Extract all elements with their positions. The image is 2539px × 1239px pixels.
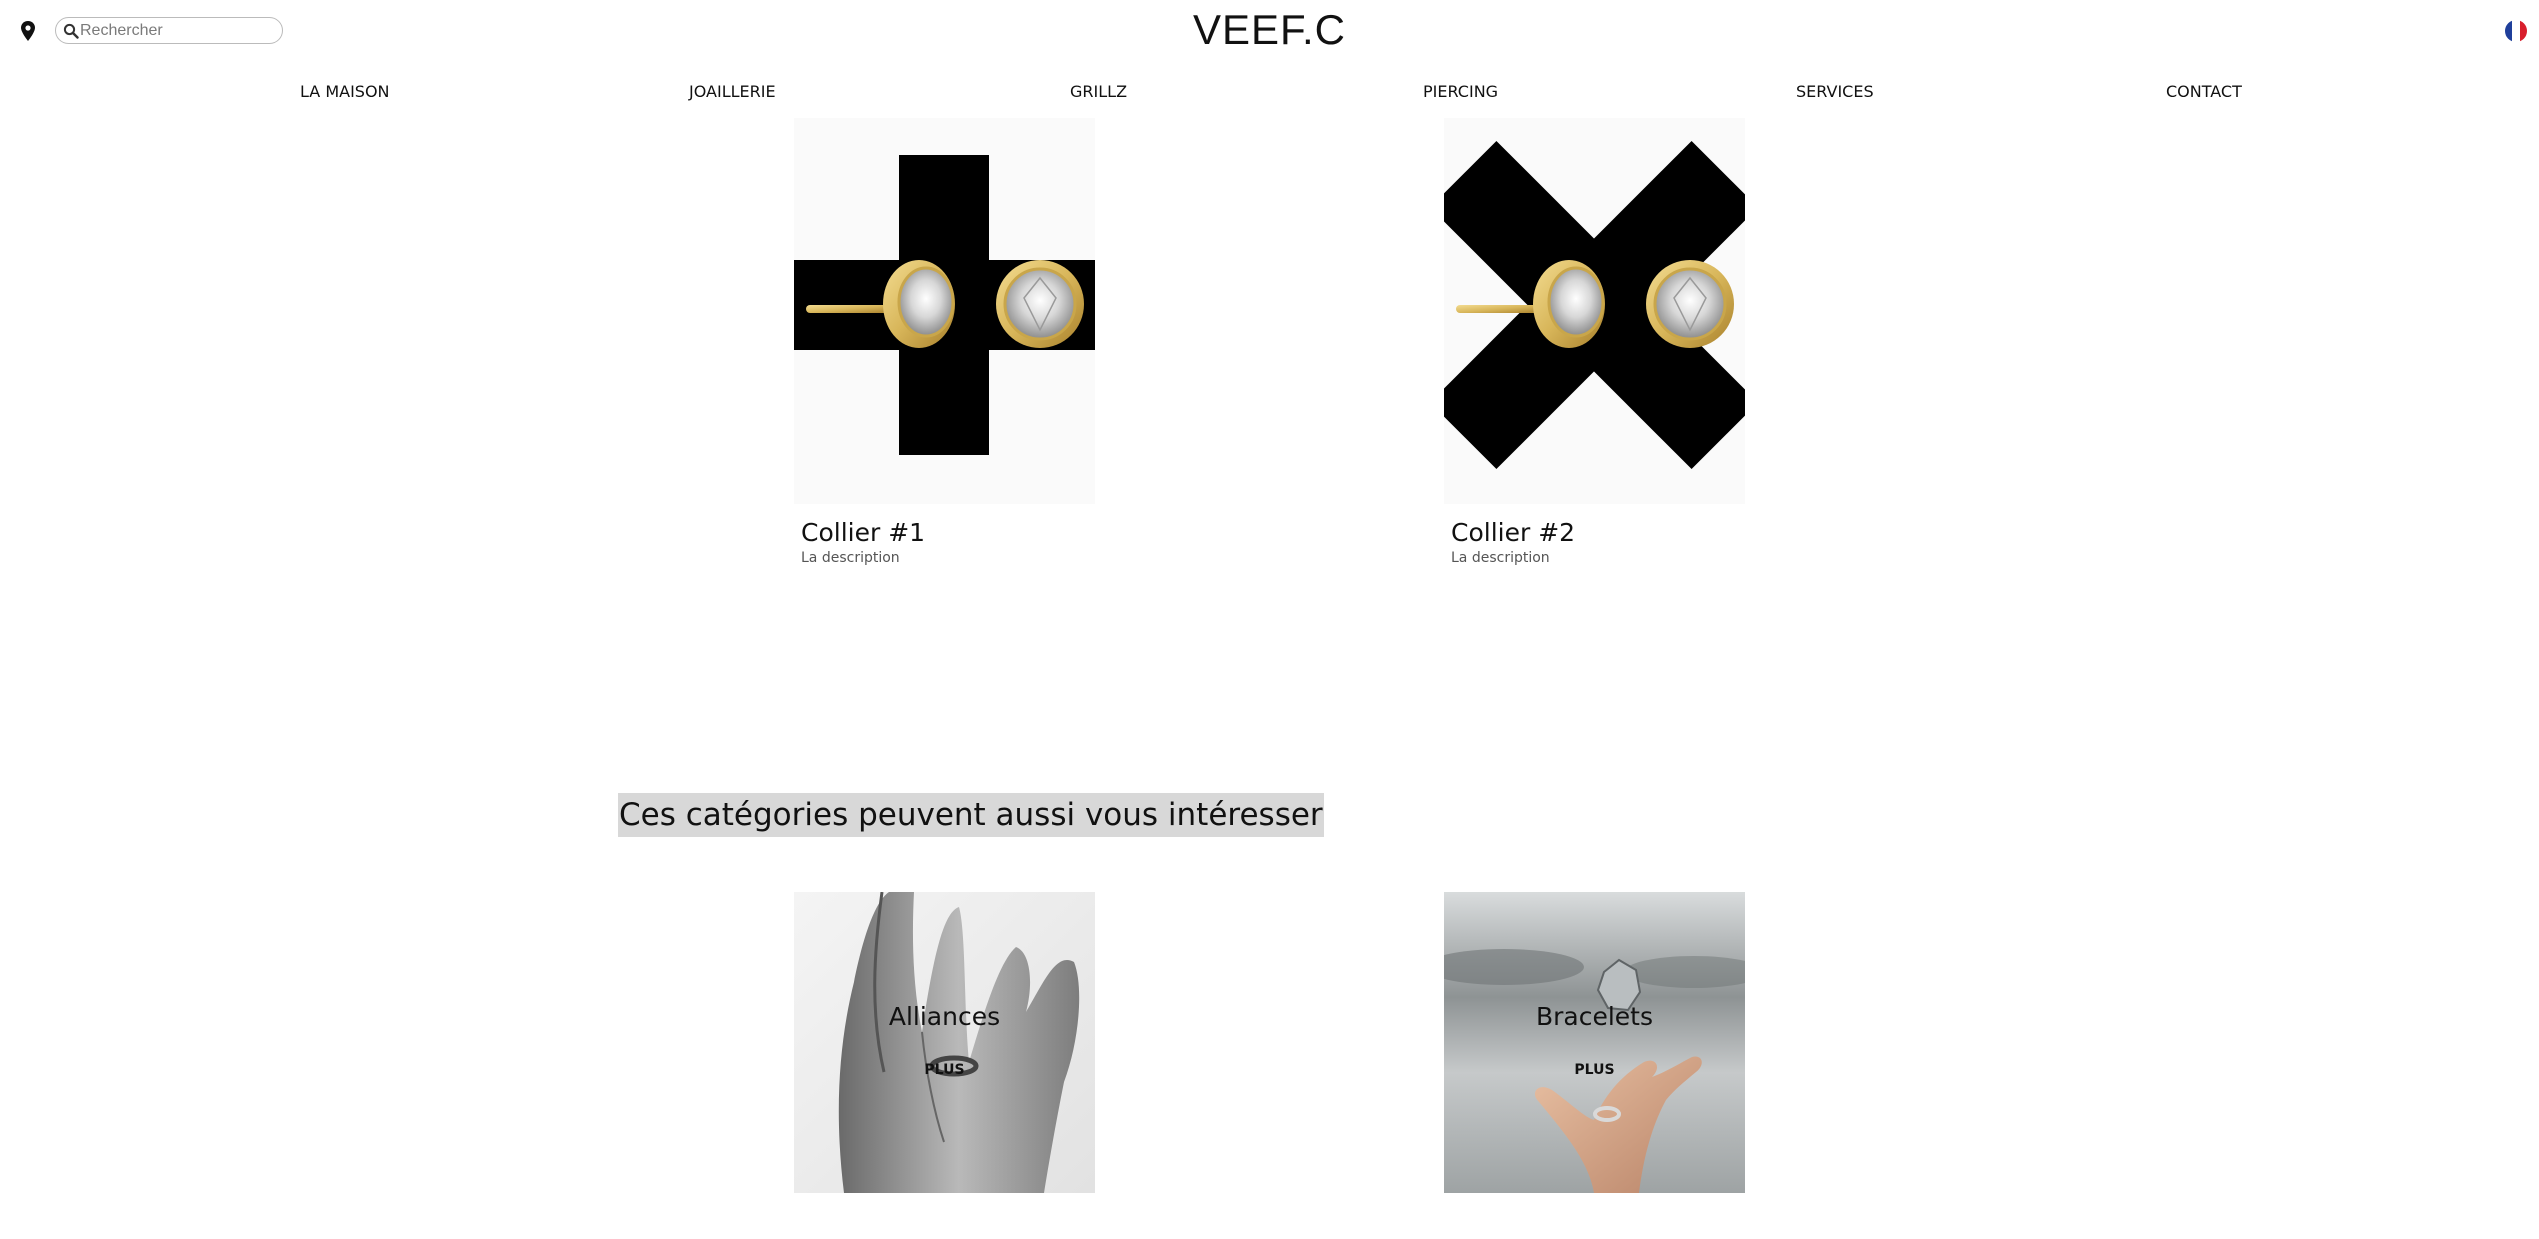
product-name[interactable]: Collier #1 bbox=[801, 518, 925, 547]
product-image[interactable] bbox=[794, 118, 1095, 504]
category-tile-alliances[interactable]: Alliances PLUS bbox=[794, 892, 1095, 1193]
brand-name[interactable]: VEEF.C bbox=[1193, 6, 1346, 53]
nav-item-la-maison[interactable]: LA MAISON bbox=[300, 82, 390, 101]
nav-item-piercing[interactable]: PIERCING bbox=[1423, 82, 1498, 101]
more-link[interactable]: PLUS bbox=[794, 1062, 1095, 1078]
related-categories-title: Ces catégories peuvent aussi vous intére… bbox=[618, 793, 1324, 837]
category-label: Alliances bbox=[888, 1002, 1001, 1031]
category-tile-bracelets[interactable]: Bracelets PLUS bbox=[1444, 892, 1745, 1193]
category-image bbox=[794, 892, 1095, 1193]
nav-item-grillz[interactable]: GRILLZ bbox=[1070, 82, 1127, 101]
category-image bbox=[1444, 892, 1745, 1193]
product-card: Collier #1 La description bbox=[794, 118, 1095, 566]
product-description: La description bbox=[801, 550, 900, 566]
category-label: Bracelets bbox=[1535, 1002, 1654, 1031]
nav-item-services[interactable]: SERVICES bbox=[1796, 82, 1874, 101]
top-bar: VEEF.C bbox=[0, 0, 2539, 64]
nav-item-contact[interactable]: CONTACT bbox=[2166, 82, 2242, 101]
french-flag-icon[interactable] bbox=[2505, 20, 2527, 42]
more-link[interactable]: PLUS bbox=[1444, 1062, 1745, 1078]
product-name[interactable]: Collier #2 bbox=[1451, 518, 1575, 547]
nav-item-joaillerie[interactable]: JOAILLERIE bbox=[689, 82, 776, 101]
brand-logo: VEEF.C bbox=[0, 6, 2539, 54]
product-image[interactable] bbox=[1444, 118, 1745, 504]
product-description: La description bbox=[1451, 550, 1550, 566]
product-card: Collier #2 La description bbox=[1444, 118, 1745, 566]
